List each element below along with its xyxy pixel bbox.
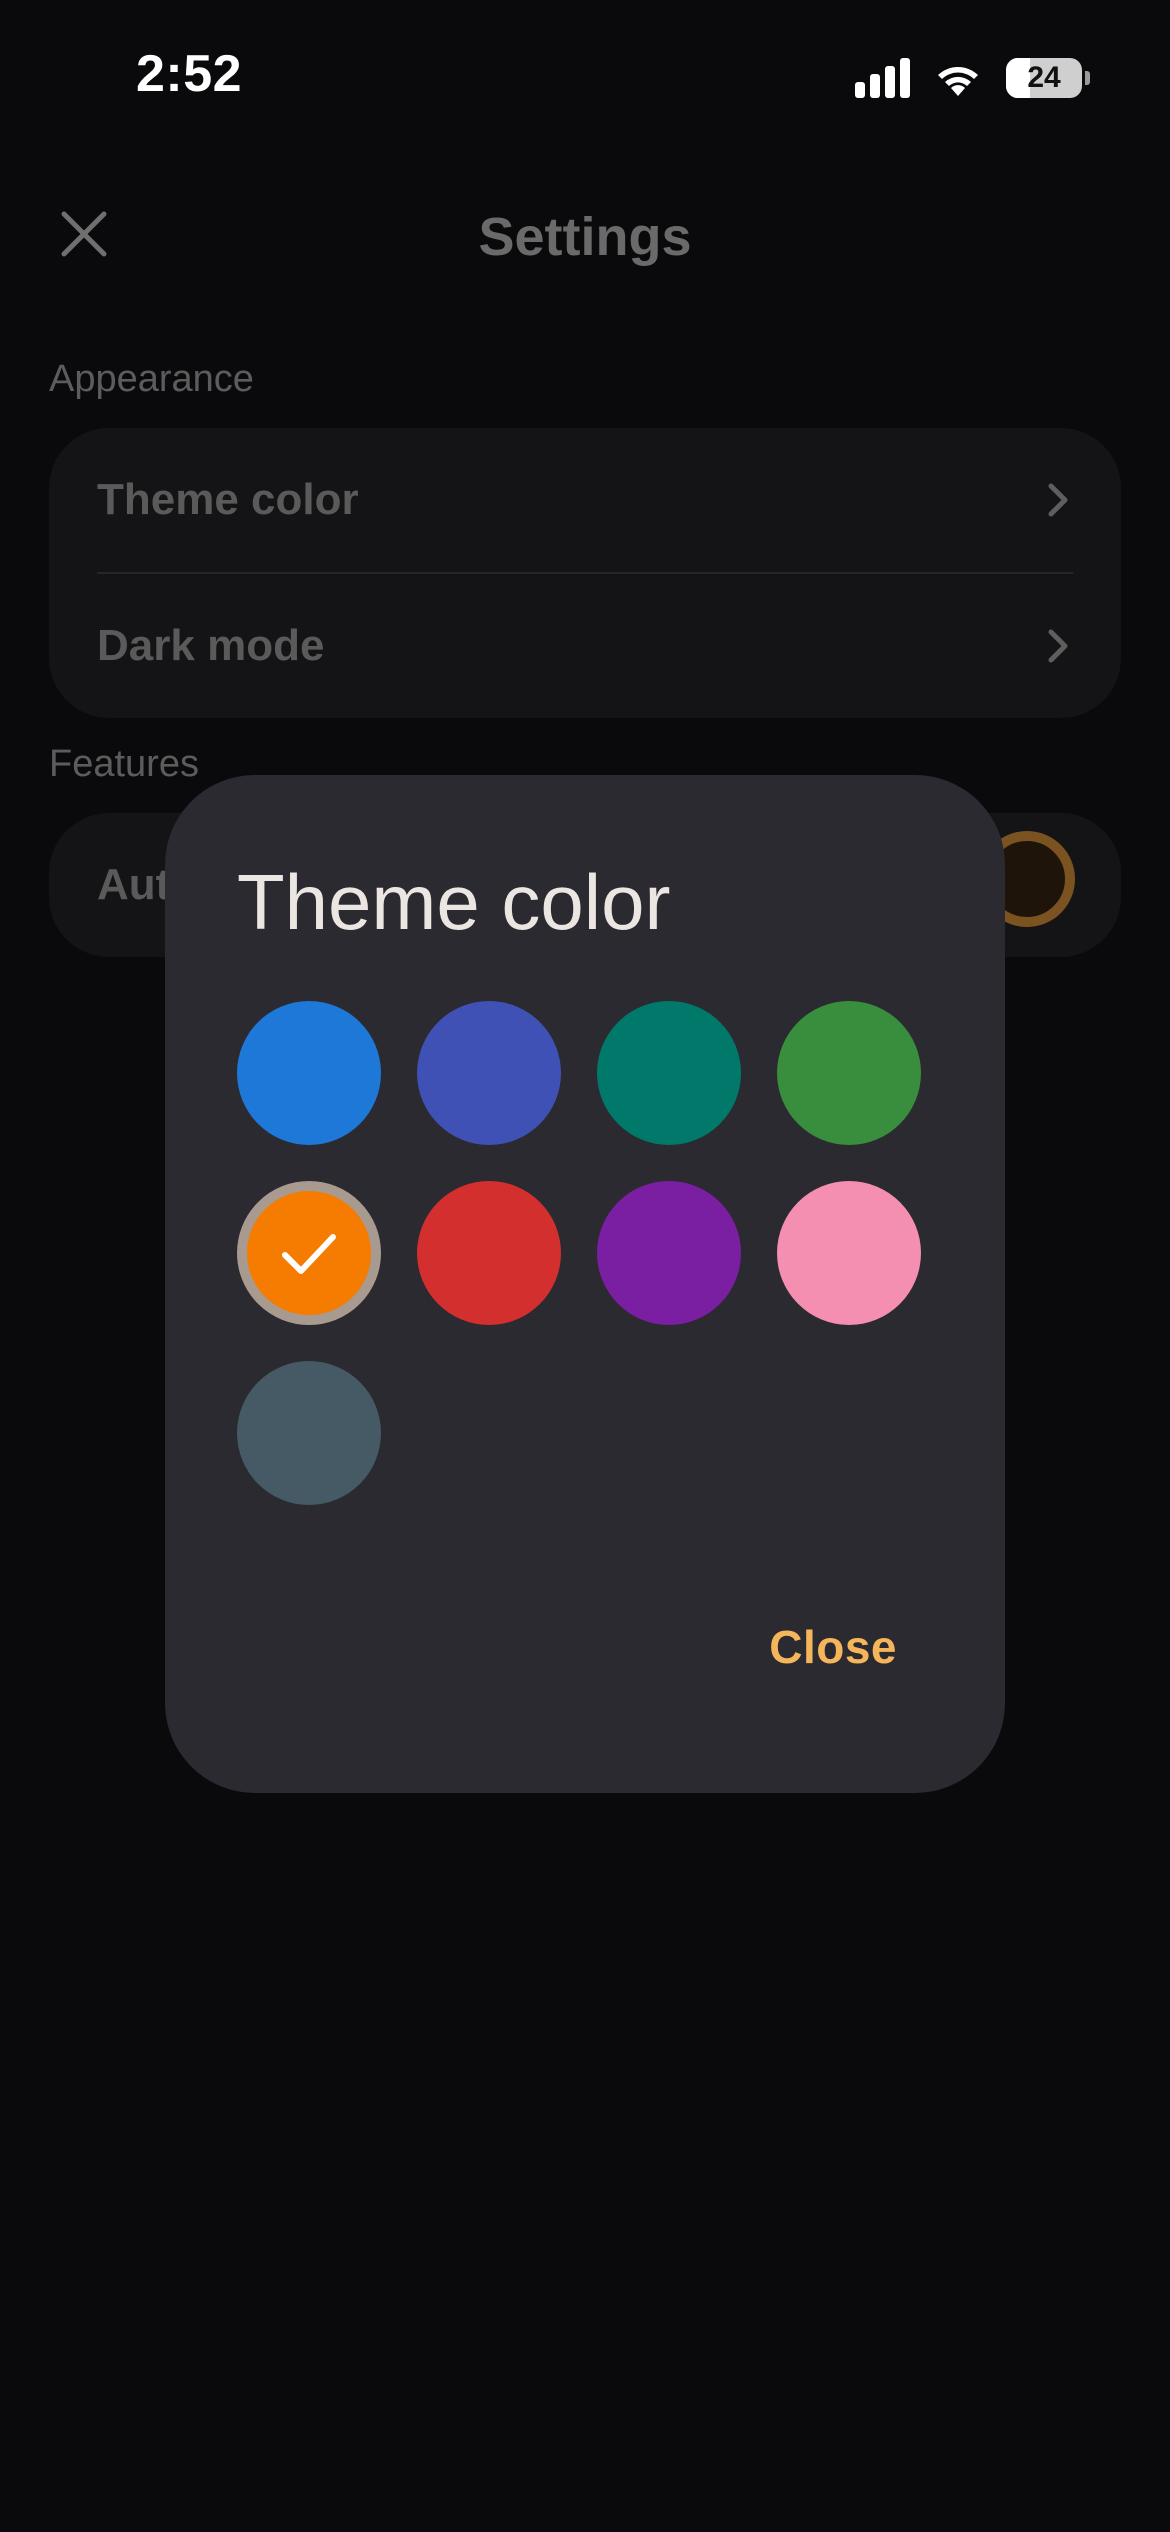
chevron-right-icon [1048,629,1068,663]
swatch-purple[interactable] [597,1181,741,1325]
page-title: Settings [478,207,692,267]
swatch-red[interactable] [417,1181,561,1325]
swatch-blue[interactable] [237,1001,381,1145]
settings-item-theme-color[interactable]: Theme color [97,450,1073,550]
swatch-blue-grey[interactable] [237,1361,381,1505]
swatch-green[interactable] [777,1001,921,1145]
settings-item-label: Dark mode [97,621,325,670]
dialog-title: Theme color [237,858,671,946]
check-icon [282,1234,336,1274]
section-label-features: Features [49,743,199,785]
settings-item-dark-mode[interactable]: Dark mode [97,596,1073,696]
screen: 2:52 24 Settings Appearance Theme color [0,0,1170,2532]
swatch-indigo[interactable] [417,1001,561,1145]
chevron-right-icon [1048,483,1068,517]
settings-item-label: Theme color [97,475,359,524]
close-button[interactable]: Close [769,1620,897,1674]
swatch-pink[interactable] [777,1181,921,1325]
settings-item-label: Aut [97,860,171,909]
theme-color-dialog: Theme color Close [165,775,1005,1793]
swatch-teal[interactable] [597,1001,741,1145]
swatch-orange[interactable] [237,1181,381,1325]
appearance-card: Theme color Dark mode [49,428,1121,718]
divider [97,572,1073,574]
section-label-appearance: Appearance [49,358,254,400]
